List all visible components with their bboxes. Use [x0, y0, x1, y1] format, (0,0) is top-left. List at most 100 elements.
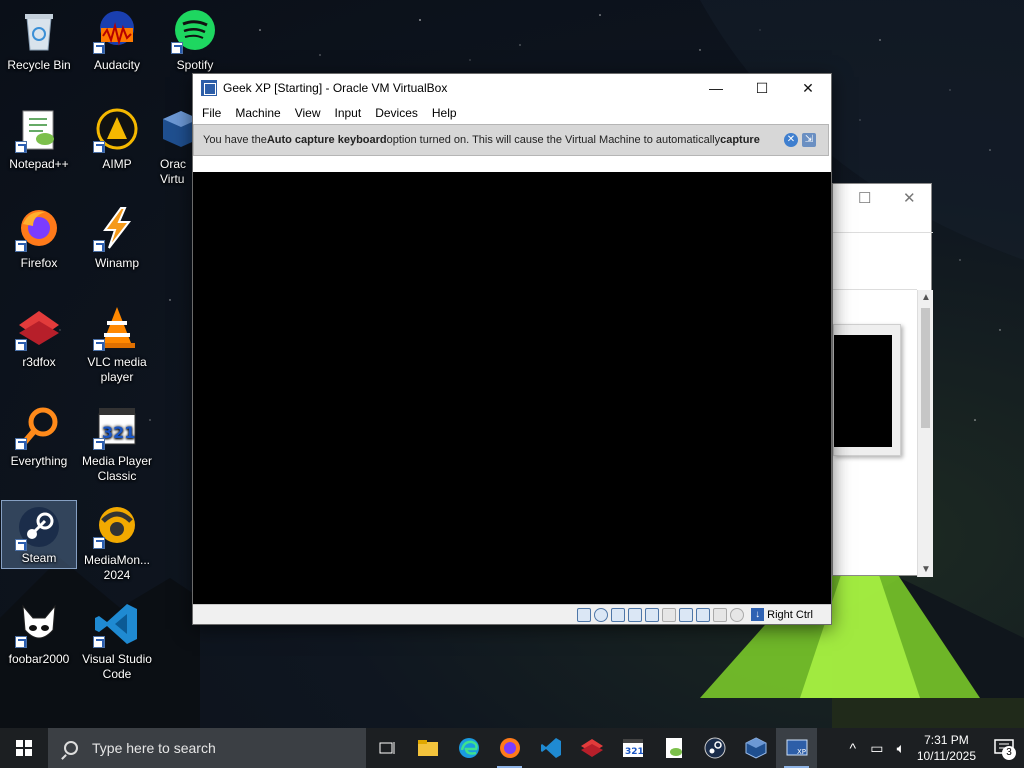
taskbar-vscode[interactable] [530, 728, 571, 768]
menu-help[interactable]: Help [425, 106, 464, 120]
desktop-icon-vlc[interactable]: VLC media player [79, 297, 155, 387]
icon-label: Recycle Bin [7, 58, 71, 72]
shortcut-arrow-icon [15, 240, 27, 252]
maximize-button[interactable]: ☐ [858, 189, 871, 207]
status-bar: ↓ Right Ctrl [193, 604, 831, 624]
clock-time: 7:31 PM [924, 733, 969, 747]
show-hidden-icons-chevron-icon[interactable]: ^ [841, 740, 865, 756]
vm-display[interactable] [193, 172, 831, 606]
close-button[interactable]: ✕ [785, 74, 831, 102]
icon-label: Spotify [176, 58, 214, 72]
notice-text-mid: option turned on. This will cause the Vi… [386, 134, 721, 146]
vertical-scrollbar[interactable]: ▲ ▼ [917, 290, 933, 577]
desktop-icon-winamp[interactable]: Winamp [79, 198, 155, 288]
close-button[interactable]: ✕ [903, 189, 916, 207]
menu-view[interactable]: View [288, 106, 328, 120]
taskbar-virtualbox[interactable] [735, 728, 776, 768]
desktop-icon-notepad-plus-plus[interactable]: Notepad++ [1, 99, 77, 189]
notice-dismiss-icon[interactable]: ⇲ [802, 133, 816, 147]
recording-icon[interactable] [696, 607, 711, 622]
icon-label: AIMP [102, 157, 132, 171]
taskbar-search-box[interactable]: Type here to search [48, 728, 366, 768]
title-bar[interactable]: Geek XP [Starting] - Oracle VM VirtualBo… [193, 74, 831, 102]
display-icon[interactable] [679, 607, 694, 622]
scrollbar-thumb[interactable] [921, 308, 930, 428]
taskbar-file-explorer[interactable] [407, 728, 448, 768]
divider [833, 232, 933, 233]
desktop-icon-virtualbox[interactable]: Orac Virtu [157, 99, 193, 189]
network-icon[interactable] [628, 607, 643, 622]
minimize-button[interactable]: — [693, 74, 739, 102]
vscode-icon [93, 600, 141, 648]
icon-label: Audacity [93, 58, 141, 72]
menu-machine[interactable]: Machine [228, 106, 287, 120]
desktop-icon-everything[interactable]: Everything [1, 396, 77, 486]
menu-bar: File Machine View Input Devices Help [193, 102, 831, 124]
taskbar-edge[interactable] [448, 728, 489, 768]
desktop-icon-aimp[interactable]: AIMP [79, 99, 155, 189]
taskbar-firefox[interactable] [489, 728, 530, 768]
background-window[interactable]: ☐ ✕ ▲ ▼ [832, 183, 933, 577]
scroll-down-arrow-icon[interactable]: ▼ [921, 564, 931, 575]
start-button[interactable] [0, 728, 48, 768]
shortcut-arrow-icon [93, 438, 105, 450]
taskbar-mpc[interactable]: 321 [612, 728, 653, 768]
file-explorer-icon [417, 740, 438, 756]
system-clock[interactable]: 7:31 PM 10/11/2025 [917, 732, 976, 764]
action-center-button[interactable]: 3 [984, 728, 1024, 768]
menu-devices[interactable]: Devices [368, 106, 425, 120]
optical-drive-icon[interactable] [594, 607, 609, 622]
taskbar-r3dfox[interactable] [571, 728, 612, 768]
steam-icon [15, 503, 63, 551]
taskbar-notepad-plus-plus[interactable] [653, 728, 694, 768]
divider [833, 289, 917, 290]
system-tray: ^ ▭ 🔈︎ 7:31 PM 10/11/2025 3 [841, 728, 1024, 768]
virtualbox-vm-window[interactable]: Geek XP [Starting] - Oracle VM VirtualBo… [192, 73, 832, 625]
audio-icon[interactable] [611, 607, 626, 622]
desktop-icon-steam[interactable]: Steam [1, 500, 77, 569]
desktop-icon-foobar2000[interactable]: foobar2000 [1, 594, 77, 684]
desktop-icon-recycle-bin[interactable]: Recycle Bin [1, 0, 77, 90]
network-icon[interactable]: ▭ [865, 740, 889, 757]
usb-icon[interactable] [645, 607, 660, 622]
desktop-icon-firefox[interactable]: Firefox [1, 198, 77, 288]
shortcut-arrow-icon [93, 42, 105, 54]
desktop-icon-mediamonkey[interactable]: MediaMon... 2024 [79, 495, 155, 585]
shortcut-arrow-icon [15, 636, 27, 648]
cpu-icon[interactable] [713, 607, 728, 622]
maximize-button[interactable]: ☐ [739, 74, 785, 102]
shortcut-arrow-icon [93, 339, 105, 351]
mediamonkey-icon [93, 501, 141, 549]
notice-text-bold: Auto capture keyboard [266, 134, 387, 146]
scroll-up-arrow-icon[interactable]: ▲ [921, 292, 931, 303]
shared-folders-icon[interactable] [662, 607, 677, 622]
mpc-icon: 321 [622, 739, 643, 757]
menu-file[interactable]: File [195, 106, 228, 120]
window-title: Geek XP [Starting] - Oracle VM VirtualBo… [223, 81, 448, 95]
mouse-integration-icon[interactable] [730, 607, 745, 622]
clock-date: 10/11/2025 [916, 749, 976, 763]
volume-icon[interactable]: 🔈︎ [889, 740, 913, 757]
desktop-icon-r3dfox[interactable]: r3dfox [1, 297, 77, 387]
menu-input[interactable]: Input [328, 106, 369, 120]
svg-text:321: 321 [102, 423, 135, 442]
virtualbox-app-icon [201, 80, 217, 96]
shortcut-arrow-icon [15, 438, 27, 450]
desktop-icon-audacity[interactable]: Audacity [79, 0, 155, 90]
r3dfox-icon [580, 739, 603, 757]
taskbar-virtualbox-vm[interactable]: XP [776, 728, 817, 768]
hard-disk-icon[interactable] [577, 607, 592, 622]
icon-label: Everything [10, 454, 68, 468]
task-view-button[interactable] [366, 728, 407, 768]
icon-label: Orac Virtu [160, 157, 187, 186]
desktop-icon-vscode[interactable]: Visual Studio Code [79, 594, 155, 684]
taskbar-steam[interactable] [694, 728, 735, 768]
virtualbox-vm-icon: XP [786, 739, 807, 756]
shortcut-arrow-icon [93, 537, 105, 549]
desktop-icon-mpc[interactable]: 321 Media Player Classic [79, 396, 155, 486]
search-icon [64, 741, 78, 755]
notice-close-icon[interactable]: ✕ [784, 133, 798, 147]
shortcut-arrow-icon [93, 141, 105, 153]
host-key-indicator[interactable]: ↓ Right Ctrl [751, 608, 813, 621]
icon-label: Steam [21, 551, 57, 565]
